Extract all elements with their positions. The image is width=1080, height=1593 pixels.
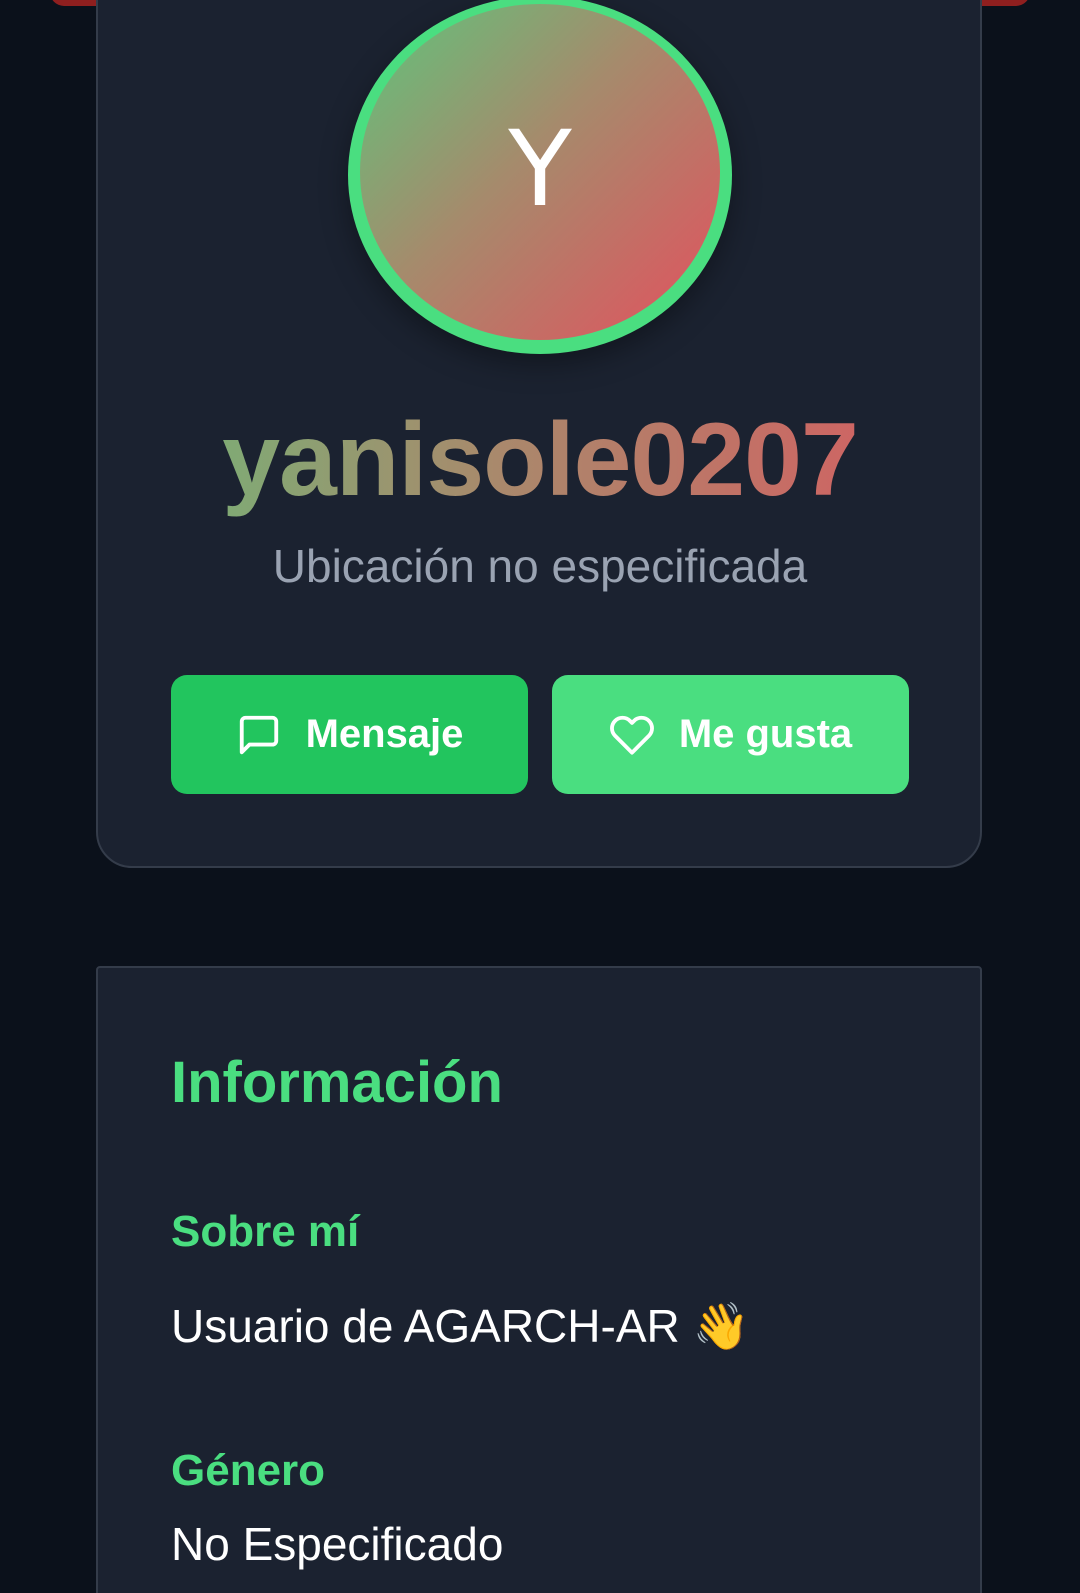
avatar-initial: Y	[508, 108, 572, 230]
message-square-icon	[239, 715, 278, 754]
gender-label: Género	[171, 1446, 326, 1495]
gender-value: No Especificado	[171, 1518, 504, 1570]
message-button-label: Mensaje	[305, 712, 464, 756]
message-button[interactable]: Mensaje	[171, 675, 528, 794]
heart-icon	[609, 715, 654, 755]
like-button-label: Me gusta	[678, 712, 853, 756]
info-section-title: Información	[171, 1050, 503, 1115]
username: yanisole0207	[0, 400, 1080, 520]
location-text: Ubicación no especificada	[272, 540, 808, 592]
waving-hand-icon: 👋	[692, 1299, 750, 1353]
about-label: Sobre mí	[171, 1207, 360, 1256]
about-text-content: Usuario de AGARCH-AR	[171, 1300, 680, 1352]
like-button[interactable]: Me gusta	[552, 675, 909, 794]
profile-page: Y yanisole0207 Ubicación no especificada…	[0, 0, 1080, 1593]
avatar: Y	[360, 4, 720, 340]
about-text: Usuario de AGARCH-AR 👋	[171, 1296, 750, 1356]
